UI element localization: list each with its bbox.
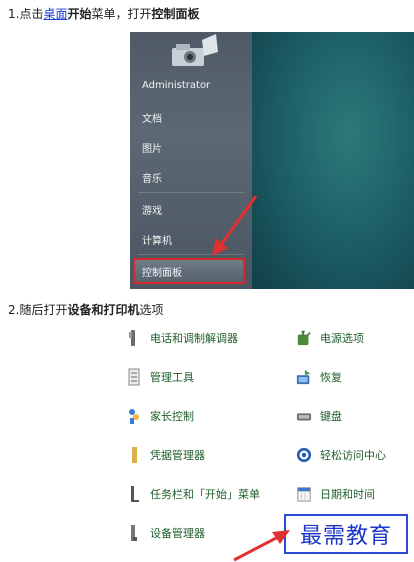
taskbar-icon — [126, 483, 142, 505]
step-1-bold-start: 开始 — [67, 7, 92, 21]
cp-label: 家长控制 — [150, 410, 194, 423]
cp-label: 轻松访问中心 — [320, 449, 386, 462]
cp-label: 任务栏和「开始」菜单 — [150, 488, 260, 501]
cp-item-date-time[interactable]: 日期和时间 — [296, 482, 375, 506]
cp-label: 设备管理器 — [150, 527, 205, 540]
red-arrow-icon — [212, 195, 258, 256]
step-1-instruction: 1.点击桌面开始菜单，打开控制面板 — [8, 6, 200, 22]
cp-item-taskbar-start-menu[interactable]: 任务栏和「开始」菜单 — [126, 482, 260, 506]
phone-icon — [126, 327, 142, 349]
cp-item-credential-manager[interactable]: 凭据管理器 — [126, 443, 205, 467]
red-arrow-icon — [233, 530, 290, 562]
cp-item-admin-tools[interactable]: 管理工具 — [126, 365, 194, 389]
watermark-box: 最需教育 — [284, 514, 408, 554]
step-1-prefix: 1.点击 — [8, 7, 44, 21]
cp-label: 键盘 — [320, 410, 342, 423]
menu-item-documents[interactable]: 文档 — [142, 110, 162, 125]
tools-icon — [126, 366, 142, 388]
ease-of-access-icon — [296, 444, 312, 466]
cp-item-ease-of-access[interactable]: 轻松访问中心 — [296, 443, 386, 467]
cp-label: 恢复 — [320, 371, 342, 384]
step-1-bold-control-panel: 控制面板 — [151, 7, 200, 21]
step-2-suffix: 选项 — [139, 303, 164, 317]
step-1-middle: 菜单，打开 — [91, 7, 152, 21]
menu-divider — [138, 192, 244, 193]
desktop-background — [252, 32, 414, 289]
keyboard-icon — [296, 405, 312, 427]
device-manager-icon — [126, 522, 142, 544]
desktop-link[interactable]: 桌面 — [43, 7, 67, 21]
step-2-instruction: 2.随后打开设备和打印机选项 — [8, 302, 163, 318]
power-icon — [296, 327, 312, 349]
cp-item-device-manager[interactable]: 设备管理器 — [126, 521, 205, 545]
menu-item-control-panel[interactable]: 控制面板 — [142, 264, 182, 279]
credential-icon — [126, 444, 142, 466]
cp-item-power-options[interactable]: 电源选项 — [296, 326, 364, 350]
cp-item-keyboard[interactable]: 键盘 — [296, 404, 342, 428]
menu-item-pictures[interactable]: 图片 — [142, 140, 162, 155]
cp-label: 凭据管理器 — [150, 449, 205, 462]
recovery-icon — [296, 366, 312, 388]
cp-label: 电话和调制解调器 — [150, 332, 238, 345]
menu-item-computer[interactable]: 计算机 — [142, 232, 172, 247]
step-2-bold-devices: 设备和打印机 — [67, 303, 140, 317]
cp-item-parental-controls[interactable]: 家长控制 — [126, 404, 194, 428]
cp-label: 电源选项 — [320, 332, 364, 345]
watermark-text: 最需教育 — [299, 524, 392, 549]
cp-label: 日期和时间 — [320, 488, 375, 501]
step-2-prefix: 2.随后打开 — [8, 303, 68, 317]
user-picture-icon — [172, 34, 218, 66]
menu-item-music[interactable]: 音乐 — [142, 170, 162, 185]
cp-item-recovery[interactable]: 恢复 — [296, 365, 342, 389]
menu-item-administrator[interactable]: Administrator — [142, 80, 210, 91]
menu-item-games[interactable]: 游戏 — [142, 202, 162, 217]
cp-item-phone-modem[interactable]: 电话和调制解调器 — [126, 326, 238, 350]
start-menu-screenshot: Administrator 文档 图片 音乐 游戏 计算机 控制面板 — [130, 32, 414, 289]
parental-controls-icon — [126, 405, 142, 427]
calendar-icon — [296, 483, 312, 505]
cp-label: 管理工具 — [150, 371, 194, 384]
